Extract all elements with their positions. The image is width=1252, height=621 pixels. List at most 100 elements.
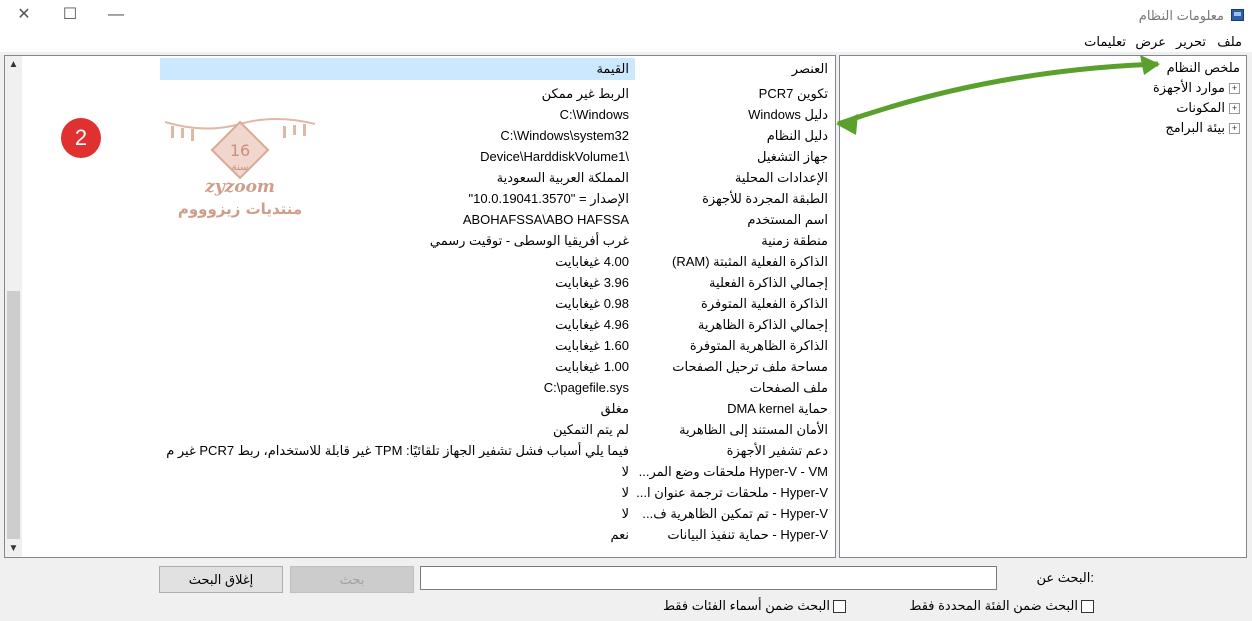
cell-value: الإصدار = "10.0.19041.3570" <box>468 191 629 206</box>
cell-item: الذاكرة الفعلية المتوفرة <box>701 296 828 311</box>
category-tree[interactable]: ملخص النظام موارد الأجهزة + المكونات + بيئ… <box>839 55 1247 558</box>
table-row[interactable]: تكوين PCR7 الربط غير ممكن <box>5 83 835 104</box>
cell-item: ملف الصفحات <box>749 380 828 395</box>
table-row[interactable]: الذاكرة الفعلية المثبتة (RAM) 4.00 غيغابا… <box>5 251 835 272</box>
checkbox-box[interactable] <box>1081 600 1094 614</box>
cell-value: مغلق <box>600 401 629 416</box>
scroll-up-icon[interactable]: ▲ <box>5 56 22 73</box>
cell-value: لا <box>621 464 629 479</box>
table-row[interactable]: جهاز التشغيل \Device\HarddiskVolume1 <box>5 146 835 167</box>
table-row[interactable]: الإعدادات المحلية المملكة العربية السعودي… <box>5 167 835 188</box>
minimize-icon[interactable]: — <box>102 4 130 26</box>
table-row[interactable]: مساحة ملف ترحيل الصفحات 1.00 غيغابايت <box>5 356 835 377</box>
cell-value: 4.00 غيغابايت <box>555 254 629 269</box>
cell-item: اسم المستخدم <box>747 212 828 227</box>
title-bar: ✕ ☐ — معلومات النظام <box>0 0 1252 32</box>
cell-value: C:\Windows <box>559 107 629 122</box>
cell-item: الإعدادات المحلية <box>734 170 828 185</box>
table-row[interactable]: Hyper-V - تم تمكين الظاهرية ف... لا <box>5 503 835 524</box>
cell-value: C:\pagefile.sys <box>543 380 629 395</box>
cell-item: مساحة ملف ترحيل الصفحات <box>672 359 828 374</box>
table-row[interactable]: دليل Windows C:\Windows <box>5 104 835 125</box>
cell-value: ABOHAFSSA\ABO HAFSSA <box>462 212 629 227</box>
menu-file[interactable]: ملف <box>1217 34 1242 50</box>
table-row[interactable]: الذاكرة الظاهرية المتوفرة 1.60 غيغابايت <box>5 335 835 356</box>
table-row[interactable]: Hyper-V - VM ملحقات وضع المر... لا <box>5 461 835 482</box>
close-find-button[interactable]: إغلاق البحث <box>159 566 283 593</box>
cell-item: Hyper-V - ملحقات ترجمة عنوان ا... <box>636 485 828 500</box>
table-row[interactable]: اسم المستخدم ABOHAFSSA\ABO HAFSSA <box>5 209 835 230</box>
cell-value: المملكة العربية السعودية <box>496 170 629 185</box>
selected-category-only-checkbox[interactable]: البحث ضمن الفئة المحددة فقط <box>909 598 1094 614</box>
close-icon[interactable]: ✕ <box>10 4 38 26</box>
menu-view[interactable]: عرض <box>1135 34 1166 50</box>
table-row[interactable]: حماية DMA kernel مغلق <box>5 398 835 419</box>
menu-edit[interactable]: تحرير <box>1176 34 1206 50</box>
search-input[interactable] <box>420 566 997 590</box>
cell-item: Hyper-V - VM ملحقات وضع المر... <box>638 464 828 479</box>
cell-value: 0.98 غيغابايت <box>555 296 629 311</box>
expand-icon[interactable]: + <box>1229 123 1240 135</box>
cell-value: فيما يلي أسباب فشل تشفير الجهاز تلقائيًا… <box>165 443 629 458</box>
cell-value: 4.96 غيغابايت <box>555 317 629 332</box>
cell-value: C:\Windows\system32 <box>500 128 629 143</box>
tree-item-components[interactable]: المكونات + <box>1176 99 1240 117</box>
menu-bar: ملف تحرير عرض تعليمات <box>0 32 1252 52</box>
cell-value: لم يتم التمكين <box>552 422 629 437</box>
cell-item: إجمالي الذاكرة الظاهرية <box>697 317 828 332</box>
table-row[interactable]: Hyper-V - حماية تنفيذ البيانات نعم <box>5 524 835 545</box>
table-row[interactable]: الذاكرة الفعلية المتوفرة 0.98 غيغابايت <box>5 293 835 314</box>
cell-value: الربط غير ممكن <box>541 86 629 101</box>
cell-value: 1.00 غيغابايت <box>555 359 629 374</box>
cell-item: حماية DMA kernel <box>727 401 828 416</box>
find-button[interactable]: بحث <box>290 566 414 593</box>
cell-item: دليل Windows <box>748 107 828 122</box>
cell-item: دليل النظام <box>766 128 828 143</box>
expand-icon[interactable]: + <box>1229 103 1240 115</box>
column-header-value[interactable]: القيمة <box>160 58 635 80</box>
checkbox-label: البحث ضمن أسماء الفئات فقط <box>662 598 830 613</box>
details-list[interactable]: ▲ ▼ القيمة العنصر 16 سنة zyzoom منتديات … <box>4 55 836 558</box>
cell-item: جهاز التشغيل <box>756 149 828 164</box>
cell-item: إجمالي الذاكرة الفعلية <box>709 275 828 290</box>
search-label: البحث عن: <box>1036 570 1094 585</box>
tree-item-label: بيئة البرامج <box>1165 120 1225 135</box>
table-row[interactable]: الطبقة المجردة للأجهزة الإصدار = "10.0.19… <box>5 188 835 209</box>
cell-value: \Device\HarddiskVolume1 <box>480 149 629 164</box>
cell-value: غرب أفريقيا الوسطى - توقيت رسمي <box>429 233 629 248</box>
table-row[interactable]: دعم تشفير الأجهزة فيما يلي أسباب فشل تشفي… <box>5 440 835 461</box>
window-title: معلومات النظام <box>1138 8 1224 23</box>
table-row[interactable]: Hyper-V - ملحقات ترجمة عنوان ا... لا <box>5 482 835 503</box>
cell-item: الأمان المستند إلى الظاهرية <box>679 422 828 437</box>
cell-item: Hyper-V - حماية تنفيذ البيانات <box>667 527 828 542</box>
table-row[interactable]: ملف الصفحات C:\pagefile.sys <box>5 377 835 398</box>
menu-help[interactable]: تعليمات <box>1084 34 1126 50</box>
table-row[interactable]: منطقة زمنية غرب أفريقيا الوسطى - توقيت رس… <box>5 230 835 251</box>
cell-item: الطبقة المجردة للأجهزة <box>702 191 828 206</box>
column-header-item[interactable]: العنصر <box>639 58 834 80</box>
system-info-app-icon <box>1231 9 1244 21</box>
tree-item-label: المكونات <box>1176 100 1225 115</box>
maximize-icon[interactable]: ☐ <box>56 4 84 26</box>
table-row[interactable]: إجمالي الذاكرة الظاهرية 4.96 غيغابايت <box>5 314 835 335</box>
table-row[interactable]: إجمالي الذاكرة الفعلية 3.96 غيغابايت <box>5 272 835 293</box>
cell-item: منطقة زمنية <box>761 233 828 248</box>
expand-icon[interactable]: + <box>1229 83 1240 95</box>
tree-item-label: موارد الأجهزة <box>1152 80 1225 95</box>
cell-item: الذاكرة الظاهرية المتوفرة <box>689 338 828 353</box>
cell-item: Hyper-V - تم تمكين الظاهرية ف... <box>642 506 828 521</box>
tree-item-hardware-resources[interactable]: موارد الأجهزة + <box>1153 79 1240 97</box>
tree-item-software-environment[interactable]: بيئة البرامج + <box>1165 119 1240 137</box>
cell-value: لا <box>621 485 629 500</box>
table-row[interactable]: الأمان المستند إلى الظاهرية لم يتم التمكي… <box>5 419 835 440</box>
checkbox-box[interactable] <box>833 600 846 614</box>
cell-item: الذاكرة الفعلية المثبتة (RAM) <box>671 254 828 269</box>
tree-item-system-summary[interactable]: ملخص النظام <box>1166 59 1240 77</box>
cell-value: 1.60 غيغابايت <box>555 338 629 353</box>
checkbox-label: البحث ضمن الفئة المحددة فقط <box>909 598 1078 613</box>
cell-value: 3.96 غيغابايت <box>555 275 629 290</box>
table-row[interactable]: دليل النظام C:\Windows\system32 <box>5 125 835 146</box>
cell-item: دعم تشفير الأجهزة <box>726 443 828 458</box>
category-names-only-checkbox[interactable]: البحث ضمن أسماء الفئات فقط <box>663 598 846 614</box>
cell-value: نعم <box>610 527 629 542</box>
